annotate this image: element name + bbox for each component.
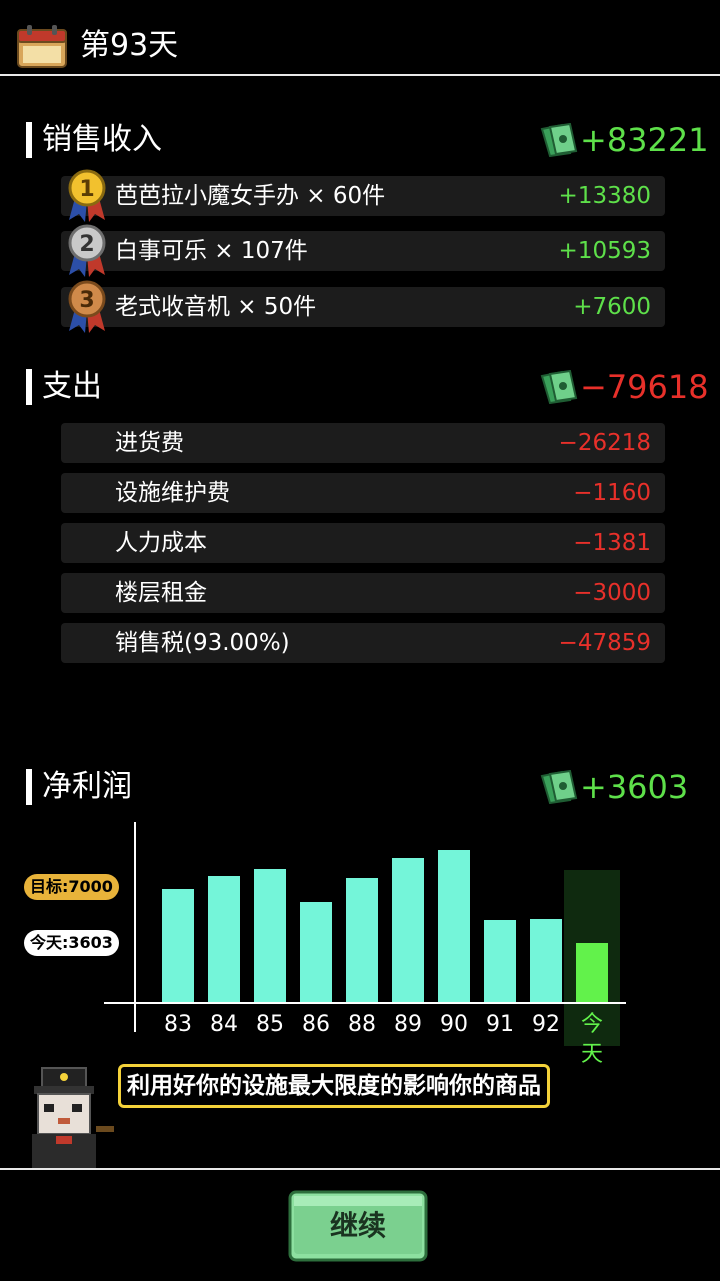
chart-bar: [346, 878, 378, 1002]
chart-bar: [392, 858, 424, 1002]
expense-item-value: −47859: [558, 630, 651, 656]
footer-divider: [0, 1168, 720, 1170]
chart-tick-label: 85: [256, 1012, 284, 1037]
chart-tick-label: 今天: [580, 1012, 603, 1067]
chart-bar: [162, 889, 194, 1002]
silver-medal-icon: 2: [68, 224, 106, 277]
svg-text:1: 1: [79, 177, 94, 202]
chart-y-axis: [134, 822, 136, 1032]
expense-row: 设施维护费 −1160: [61, 473, 665, 513]
profit-total: +3603: [580, 768, 689, 806]
expense-row: 楼层租金 −3000: [61, 573, 665, 613]
svg-text:3: 3: [79, 288, 94, 313]
money-icon: [540, 370, 578, 404]
profit-title: 净利润: [42, 769, 132, 804]
money-icon: [540, 770, 578, 804]
expense-title: 支出: [42, 369, 102, 404]
sales-total: +83221: [580, 121, 709, 159]
expense-total: −79618: [580, 368, 709, 406]
chart-bar: [254, 869, 286, 1002]
chart-tick-label: 88: [348, 1012, 376, 1037]
sales-item-value: +10593: [558, 238, 651, 264]
calendar-icon: [17, 25, 67, 68]
expense-row: 销售税(93.00%) −47859: [61, 623, 665, 663]
chart-tick-label: 90: [440, 1012, 468, 1037]
expense-row: 进货费 −26218: [61, 423, 665, 463]
chart-bar: [208, 876, 240, 1002]
sales-item-value: +7600: [573, 294, 651, 320]
chart-bar: [300, 902, 332, 1002]
expense-item-label: 进货费: [115, 430, 184, 456]
section-marker: [26, 369, 32, 405]
chart-bar: [438, 850, 470, 1002]
chart-tick-label: 83: [164, 1012, 192, 1037]
expense-item-label: 销售税(93.00%): [115, 630, 290, 656]
chart-tick-label: 86: [302, 1012, 330, 1037]
chart-tick-label: 89: [394, 1012, 422, 1037]
bronze-medal-icon: 3: [68, 280, 106, 333]
section-marker: [26, 769, 32, 805]
money-icon: [540, 123, 578, 157]
expense-item-label: 楼层租金: [115, 580, 207, 606]
gold-medal-icon: 1: [68, 169, 106, 222]
expense-item-label: 设施维护费: [115, 480, 230, 506]
chart-x-axis: [104, 1002, 626, 1004]
continue-button-label[interactable]: 继续: [288, 1190, 428, 1262]
svg-text:2: 2: [79, 232, 94, 257]
expense-item-value: −1381: [573, 530, 651, 556]
expense-row: 人力成本 −1381: [61, 523, 665, 563]
today-label: 今天:3603: [24, 930, 119, 956]
sales-row: 2 白事可乐 × 107件 +10593: [61, 224, 665, 277]
expense-item-value: −26218: [558, 430, 651, 456]
sales-title: 销售收入: [42, 122, 162, 157]
expense-item-label: 人力成本: [115, 530, 207, 556]
expense-item-value: −1160: [573, 480, 651, 506]
chart-tick-label: 91: [486, 1012, 514, 1037]
sales-item-value: +13380: [558, 183, 651, 209]
day-title: 第93天: [80, 28, 179, 63]
target-label: 目标:7000: [24, 874, 119, 900]
section-marker: [26, 122, 32, 158]
sales-item-label: 白事可乐 × 107件: [115, 238, 308, 264]
expense-item-value: −3000: [573, 580, 651, 606]
chart-bar: [576, 943, 608, 1002]
sales-item-label: 芭芭拉小魔女手办 × 60件: [115, 183, 386, 209]
mascot-icon: [32, 1067, 114, 1168]
sales-row: 3 老式收音机 × 50件 +7600: [61, 280, 665, 333]
sales-item-label: 老式收音机 × 50件: [115, 294, 317, 320]
chart-bar: [530, 919, 562, 1002]
tip-speech-bubble: 利用好你的设施最大限度的影响你的商品: [118, 1064, 550, 1108]
sales-row: 1 芭芭拉小魔女手办 × 60件 +13380: [61, 169, 665, 222]
chart-tick-label: 84: [210, 1012, 238, 1037]
chart-bar: [484, 920, 516, 1002]
header-divider: [0, 74, 720, 76]
chart-tick-label: 92: [532, 1012, 560, 1037]
